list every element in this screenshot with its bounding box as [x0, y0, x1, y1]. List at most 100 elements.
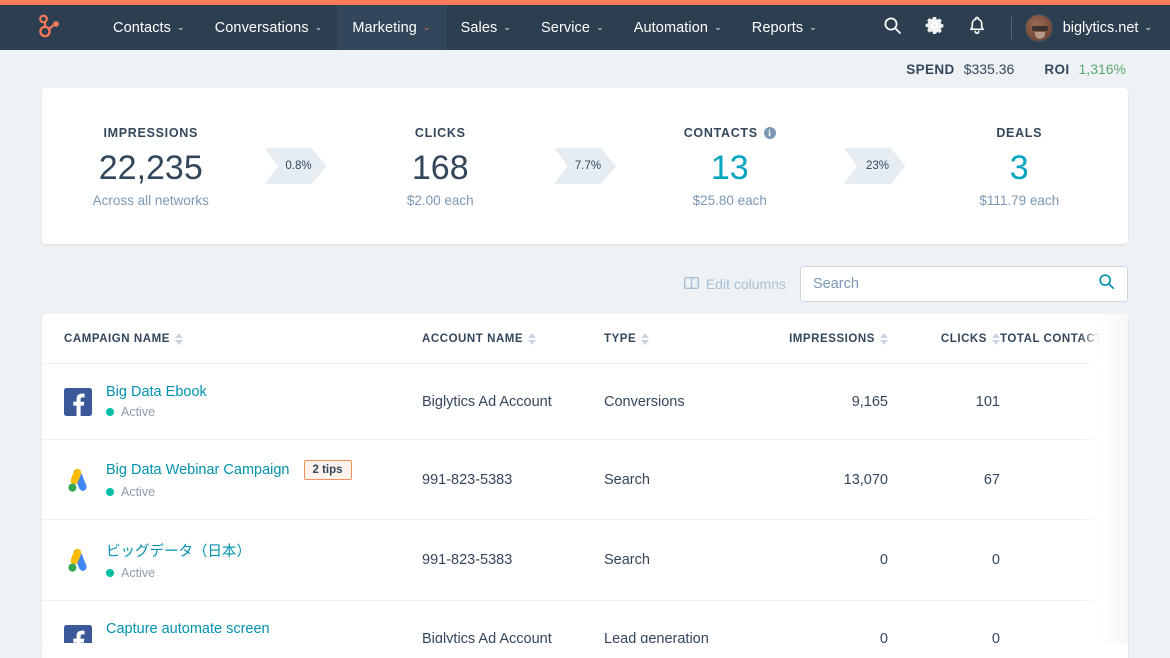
chevron-down-icon: ⌄	[423, 22, 431, 33]
status-dot-icon	[106, 569, 114, 577]
spend-value: $335.36	[964, 61, 1015, 77]
table-row[interactable]: Big Data Ebook Active Biglytics Ad Accou…	[42, 364, 1128, 440]
cell-impressions: 0	[756, 601, 888, 644]
cell-truncated	[1110, 601, 1128, 644]
column-header-campaign-name[interactable]: CAMPAIGN NAME	[42, 314, 422, 364]
funnel-metrics-card: IMPRESSIONS 22,235 Across all networks 0…	[42, 88, 1128, 244]
column-header-total-contacts[interactable]: TOTAL CONTACTS	[1000, 314, 1110, 364]
table-body: Big Data Ebook Active Biglytics Ad Accou…	[42, 364, 1128, 644]
nav-item-automation[interactable]: Automation ⌄	[619, 5, 737, 50]
nav-item-marketing[interactable]: Marketing ⌄	[337, 5, 445, 50]
conversion-rate-badge: 0.8%	[265, 148, 327, 184]
account-menu-button[interactable]: biglytics.net ⌄	[1063, 20, 1152, 36]
settings-button[interactable]	[914, 5, 956, 50]
status-label: Active	[121, 485, 155, 499]
column-header-type[interactable]: TYPE	[604, 314, 756, 364]
campaign-name-link[interactable]: Capture automate screen	[106, 621, 270, 637]
cell-account: Biglytics Ad Account	[422, 601, 604, 644]
chevron-down-icon: ⌄	[714, 22, 722, 33]
funnel-stage-impressions: IMPRESSIONS 22,235 Across all networks	[42, 124, 260, 208]
cell-type: Search	[604, 440, 756, 520]
sort-arrows-icon[interactable]	[1116, 333, 1124, 345]
global-search-button[interactable]	[872, 5, 914, 50]
status-dot-icon	[106, 408, 114, 416]
tips-badge[interactable]: 2 tips	[304, 460, 352, 480]
nav-item-contacts[interactable]: Contacts ⌄	[98, 5, 200, 50]
table-row[interactable]: Capture automate screen Active Biglytics…	[42, 601, 1128, 644]
hubspot-sprocket-logo	[35, 11, 63, 44]
cell-account: 991-823-5383	[422, 520, 604, 601]
nav-item-service[interactable]: Service ⌄	[526, 5, 619, 50]
contacts-count-link[interactable]: 6	[1102, 472, 1110, 488]
stage-label: DEALS	[996, 126, 1042, 140]
search-icon[interactable]	[1098, 273, 1115, 295]
nav-item-label: Automation	[634, 20, 708, 36]
conversion-rate-badge: 7.7%	[554, 148, 616, 184]
cell-campaign: Big Data Ebook Active	[42, 364, 422, 440]
sort-arrows-icon[interactable]	[528, 333, 536, 345]
google-ads-icon	[64, 466, 92, 494]
hubspot-logo-button[interactable]	[0, 5, 98, 50]
gear-icon	[925, 16, 944, 40]
sort-arrows-icon[interactable]	[992, 333, 1000, 345]
status-badge: Active	[106, 566, 251, 580]
column-header-account-name[interactable]: ACCOUNT NAME	[422, 314, 604, 364]
cell-total-contacts: 0	[1000, 601, 1110, 644]
chevron-down-icon: ⌄	[177, 22, 185, 33]
conversion-rate-badge: 23%	[844, 148, 906, 184]
chevron-down-icon: ⌄	[503, 22, 511, 33]
pagination: ‹ Prev 1 Next ›	[42, 643, 1128, 658]
bell-icon	[968, 16, 986, 40]
facebook-icon	[64, 625, 92, 644]
nav-item-sales[interactable]: Sales ⌄	[446, 5, 526, 50]
funnel-stage-clicks: CLICKS 168 $2.00 each	[332, 124, 550, 208]
cell-type: Search	[604, 520, 756, 601]
campaign-name-link[interactable]: Big Data Ebook	[106, 384, 207, 400]
cell-truncated	[1110, 364, 1128, 440]
avatar[interactable]	[1025, 14, 1053, 42]
sort-arrows-icon[interactable]	[641, 333, 649, 345]
stage-value[interactable]: 13	[625, 151, 835, 185]
table-row[interactable]: ビッグデータ（日本） Active 991-823-5383 Search 0 …	[42, 520, 1128, 601]
nav-item-label: Conversations	[215, 20, 309, 36]
search-icon	[883, 16, 902, 40]
column-header-clicks[interactable]: CLICKS	[888, 314, 1000, 364]
roi-label: ROI	[1044, 62, 1069, 77]
campaign-name-link[interactable]: Big Data Webinar Campaign	[106, 462, 290, 478]
stage-value: 168	[336, 151, 546, 185]
funnel-rate-1: 0.8%	[260, 148, 332, 184]
nav-item-conversations[interactable]: Conversations ⌄	[200, 5, 338, 50]
nav-item-label: Service	[541, 20, 590, 36]
nav-menu: Contacts ⌄ Conversations ⌄ Marketing ⌄ S…	[98, 5, 832, 50]
info-icon[interactable]: i	[764, 127, 776, 139]
funnel-rate-3: 23%	[839, 148, 911, 184]
google-ads-icon	[64, 546, 92, 574]
table-row[interactable]: Big Data Webinar Campaign 2 tips Active …	[42, 440, 1128, 520]
main-navbar: Contacts ⌄ Conversations ⌄ Marketing ⌄ S…	[0, 5, 1170, 50]
chevron-down-icon: ⌄	[809, 22, 817, 33]
edit-columns-label: Edit columns	[706, 276, 786, 292]
column-header-impressions[interactable]: IMPRESSIONS	[756, 314, 888, 364]
cell-total-contacts: 6	[1000, 440, 1110, 520]
funnel-stage-deals: DEALS 3 $111.79 each	[911, 124, 1129, 208]
stage-subtext: $111.79 each	[915, 193, 1125, 208]
sort-arrows-icon[interactable]	[175, 333, 183, 345]
notifications-button[interactable]	[956, 5, 998, 50]
stage-value[interactable]: 3	[915, 151, 1125, 185]
cell-impressions: 9,165	[756, 364, 888, 440]
facebook-icon	[64, 388, 92, 416]
campaign-name-link[interactable]: ビッグデータ（日本）	[106, 540, 251, 561]
chevron-down-icon: ⌄	[596, 22, 604, 33]
status-label: Active	[121, 566, 155, 580]
sort-arrows-icon[interactable]	[880, 333, 888, 345]
edit-columns-button[interactable]: Edit columns	[684, 276, 786, 292]
contacts-count-link[interactable]: 7	[1102, 394, 1110, 410]
cell-clicks: 0	[888, 520, 1000, 601]
roi-value: 1,316%	[1079, 61, 1126, 77]
nav-item-reports[interactable]: Reports ⌄	[737, 5, 832, 50]
column-label: IMPRESSIONS	[789, 333, 875, 345]
search-input[interactable]	[813, 276, 1098, 292]
search-box[interactable]	[800, 266, 1128, 302]
status-dot-icon	[106, 488, 114, 496]
campaigns-table-card: CAMPAIGN NAME ACCOUNT NAME TYPE	[42, 314, 1128, 644]
